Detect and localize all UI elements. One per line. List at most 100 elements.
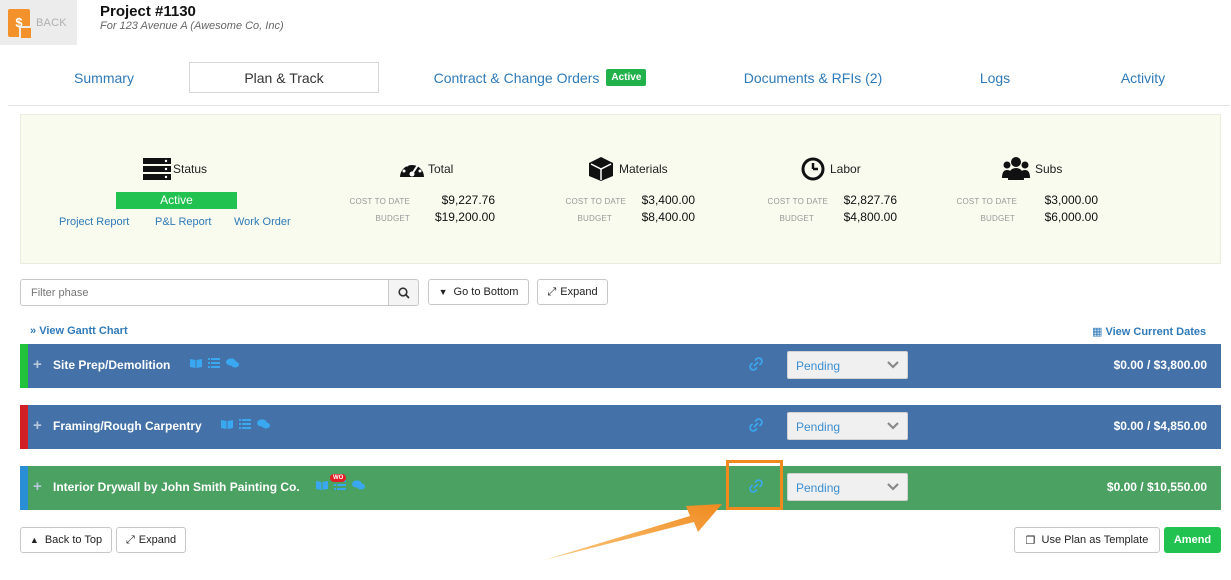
status-badge: Active — [606, 69, 647, 86]
phase-color-edge — [20, 405, 28, 449]
link-icon[interactable] — [749, 357, 763, 371]
phase-row-site-prep[interactable]: + Site Prep/Demolition Pending $0.00 / $… — [20, 344, 1221, 388]
chevron-down-icon — [887, 483, 899, 491]
server-icon — [143, 158, 171, 180]
subs-section: Subs — [1002, 155, 1062, 183]
go-to-bottom-button[interactable]: ▼ Go to Bottom — [428, 279, 529, 305]
tab-label: Summary — [74, 69, 134, 86]
tab-documents-rfis[interactable]: Documents & RFIs (2) — [733, 62, 893, 93]
copy-icon: ❐ — [1025, 534, 1036, 547]
project-title: Project #1130 — [100, 3, 196, 20]
budget-label: BUDGET — [779, 214, 814, 223]
view-current-dates-link[interactable]: ▦ View Current Dates — [1092, 325, 1206, 338]
work-order-link[interactable]: Work Order — [234, 216, 291, 228]
materials-cost-to-date: $3,400.00 — [641, 193, 695, 207]
amend-button[interactable]: Amend — [1164, 527, 1221, 553]
project-subtitle: For 123 Avenue A (Awesome Co, Inc) — [100, 20, 284, 32]
phase-status-value: Pending — [796, 481, 841, 495]
subs-heading-label: Subs — [1035, 162, 1063, 176]
expand-footer-label: Expand — [138, 534, 177, 546]
project-report-link[interactable]: Project Report — [59, 216, 129, 228]
phase-icons — [221, 419, 270, 429]
total-heading: Total — [398, 155, 453, 183]
tab-activity[interactable]: Activity — [1108, 62, 1178, 93]
filter-phase-input[interactable] — [20, 279, 389, 306]
cost-to-date-label: COST TO DATE — [565, 197, 626, 206]
budget-label: BUDGET — [980, 214, 1015, 223]
materials-section: Materials — [588, 155, 668, 183]
phase-amount: $0.00 / $3,800.00 — [1113, 358, 1207, 372]
phase-color-edge — [20, 344, 28, 388]
total-cost-to-date: $9,227.76 — [441, 193, 495, 207]
tab-logs[interactable]: Logs — [965, 62, 1025, 93]
tab-label: Activity — [1120, 69, 1166, 86]
materials-heading-label: Materials — [619, 162, 668, 176]
status-heading-label: Status — [173, 162, 208, 176]
view-gantt-chart-link[interactable]: » View Gantt Chart — [30, 325, 128, 337]
clock-icon — [801, 157, 825, 181]
expand-plus-icon[interactable]: + — [33, 417, 42, 434]
phase-status-value: Pending — [796, 359, 841, 373]
tab-label: Documents & RFIs (2) — [743, 69, 883, 86]
arrow-icon — [544, 504, 722, 560]
tab-summary[interactable]: Summary — [34, 62, 174, 93]
phase-status-select[interactable]: Pending — [787, 351, 908, 379]
comments-icon[interactable] — [352, 480, 365, 490]
search-icon — [397, 286, 410, 299]
expand-arrows-icon: ⤢ — [125, 533, 135, 546]
back-label: BACK — [36, 16, 67, 29]
phase-status-select[interactable]: Pending — [787, 412, 908, 440]
subs-budget: $6,000.00 — [1044, 210, 1098, 224]
calendar-icon: ▦ — [1092, 326, 1103, 338]
use-plan-as-template-button[interactable]: ❐ Use Plan as Template — [1014, 527, 1160, 553]
total-heading-label: Total — [428, 162, 454, 176]
pl-report-link[interactable]: P&L Report — [155, 216, 211, 228]
work-order-badge: WO — [330, 474, 347, 482]
expand-plus-icon[interactable]: + — [33, 356, 42, 373]
phase-icons — [190, 358, 239, 368]
list-icon[interactable] — [239, 419, 251, 429]
chevron-down-icon — [887, 422, 899, 430]
labor-heading-label: Labor — [830, 162, 861, 176]
phase-row-framing[interactable]: + Framing/Rough Carpentry Pending $0.00 … — [20, 405, 1221, 449]
page: $ BACK Project #1130 For 123 Avenue A (A… — [0, 0, 1231, 580]
status-heading: Status — [143, 155, 207, 183]
filter-search-button[interactable] — [389, 279, 419, 306]
labor-heading: Labor — [801, 155, 861, 183]
project-summary-panel: Status Active Project Report P&L Report … — [20, 114, 1221, 264]
cost-to-date-label: COST TO DATE — [956, 197, 1017, 206]
tab-label: Contract & Change Orders — [433, 69, 600, 86]
labor-section: Labor — [801, 155, 861, 183]
back-button[interactable]: $ BACK — [0, 0, 77, 45]
cube-icon — [589, 157, 613, 181]
view-gantt-label: View Gantt Chart — [39, 325, 128, 337]
caret-down-icon: ▼ — [438, 287, 448, 297]
book-icon[interactable] — [221, 419, 233, 429]
list-icon[interactable] — [208, 358, 220, 368]
labor-budget: $4,800.00 — [843, 210, 897, 224]
phase-amount: $0.00 / $4,850.00 — [1113, 419, 1207, 433]
highlight-box — [726, 460, 783, 510]
expand-button[interactable]: ⤢ Expand — [537, 279, 608, 305]
tab-label: Logs — [979, 69, 1011, 86]
phase-status-select[interactable]: Pending — [787, 473, 908, 501]
expand-plus-icon[interactable]: + — [33, 478, 42, 495]
comments-icon[interactable] — [226, 358, 239, 368]
link-icon[interactable] — [749, 418, 763, 432]
tab-plan-track[interactable]: Plan & Track — [189, 62, 379, 93]
status-value: Active — [116, 192, 237, 209]
book-icon[interactable] — [190, 358, 202, 368]
back-to-top-button[interactable]: ▲ Back to Top — [20, 527, 112, 553]
tab-label: Plan & Track — [244, 69, 324, 86]
cost-to-date-label: COST TO DATE — [767, 197, 828, 206]
tab-bar: Summary Plan & Track Contract & Change O… — [8, 58, 1230, 106]
chevron-down-icon — [887, 361, 899, 369]
labor-cost-to-date: $2,827.76 — [843, 193, 897, 207]
book-icon[interactable] — [316, 480, 328, 490]
budget-label: BUDGET — [375, 214, 410, 223]
tab-contract-change-orders[interactable]: Contract & Change Orders Active — [420, 62, 660, 93]
comments-icon[interactable] — [257, 419, 270, 429]
double-chevron-right-icon: » — [30, 325, 37, 337]
expand-footer-button[interactable]: ⤢ Expand — [116, 527, 186, 553]
phase-amount: $0.00 / $10,550.00 — [1106, 480, 1207, 494]
